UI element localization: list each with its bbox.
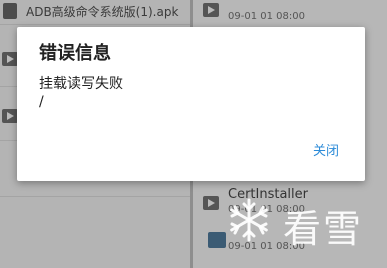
file-row-apk[interactable]: ADB高级命令系统版(1).apk xyxy=(0,0,190,22)
file-name: ADB高级命令系统版(1).apk xyxy=(26,5,179,19)
watermark: 看雪 xyxy=(225,196,385,251)
close-button[interactable]: 关闭 xyxy=(313,140,339,159)
apk-file-icon xyxy=(3,3,17,19)
dialog-message: 挂载读写失败 / xyxy=(39,76,123,110)
watermark-text: 看雪 xyxy=(283,207,364,251)
file-icon xyxy=(2,109,18,123)
file-icon xyxy=(203,3,219,17)
row-divider xyxy=(0,24,190,25)
row-divider xyxy=(0,196,190,197)
file-icon xyxy=(203,196,219,210)
dialog-title: 错误信息 xyxy=(39,43,111,64)
error-dialog: 错误信息 挂载读写失败 / 关闭 xyxy=(17,27,365,181)
file-date: 09-01 01 08:00 xyxy=(228,11,305,22)
snowflake-icon xyxy=(230,198,268,242)
folder-icon xyxy=(208,232,226,248)
file-icon xyxy=(2,52,18,66)
